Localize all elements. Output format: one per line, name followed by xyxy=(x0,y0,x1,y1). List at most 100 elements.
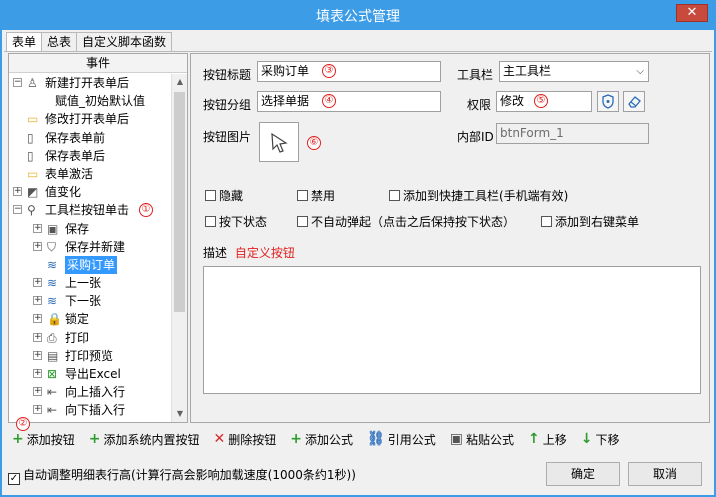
permission-clear-button[interactable] xyxy=(623,91,645,112)
folder-icon: ▭ xyxy=(27,112,39,127)
btn-title-label: 按钮标题 xyxy=(203,68,252,82)
tree-node[interactable]: + 🔒 锁定 xyxy=(9,310,171,328)
desc-textarea[interactable] xyxy=(203,266,701,394)
close-button[interactable]: ✕ xyxy=(676,4,708,22)
tree-node[interactable]: − ⚲ 工具栏按钮单击 ① xyxy=(9,201,171,219)
tree-node[interactable]: + ▣ 保存 xyxy=(9,220,171,238)
permission-shield-button[interactable] xyxy=(597,91,619,112)
move-down-button[interactable]: ↓ 下移 xyxy=(581,431,620,448)
shield-icon xyxy=(602,94,614,109)
scroll-thumb[interactable] xyxy=(174,92,185,312)
chk-quick-toolbar[interactable]: 添加到快捷工具栏(手机端有效) xyxy=(389,187,568,204)
add-system-button[interactable]: + 添加系统内置按钮 xyxy=(89,431,200,448)
tree-node-label: 下一张 xyxy=(65,294,102,309)
value-change-icon: ◩ xyxy=(27,185,39,200)
tree-node[interactable]: + ⇤ 向下插入行 xyxy=(9,401,171,419)
tree-node[interactable]: ▭ 表单激活 xyxy=(9,165,171,183)
tree-node-label: 保存表单后 xyxy=(45,148,106,163)
tree-node[interactable]: ▯ 保存表单后 xyxy=(9,147,171,165)
add-button[interactable]: + 添加按钮 xyxy=(12,431,75,448)
toolbar-select[interactable]: 主工具栏 ⌵ xyxy=(499,61,649,82)
arrow-up-icon: ↑ xyxy=(528,431,540,447)
btn-group-input[interactable]: 选择单据 xyxy=(257,91,441,112)
chk-hidden[interactable]: 隐藏 xyxy=(205,187,243,204)
scroll-down-arrow-icon[interactable]: ▼ xyxy=(172,406,188,422)
tree-node[interactable]: + ⊠ 导出Excel xyxy=(9,365,171,383)
checkbox-context-menu[interactable] xyxy=(541,216,552,227)
auto-adjust-row-height[interactable]: ✓ 自动调整明细表行高(计算行高会影响加载速度(1000条约1秒)) xyxy=(8,466,356,485)
tree-node[interactable]: ▭ 修改打开表单后 xyxy=(9,110,171,128)
expand-icon[interactable]: + xyxy=(33,223,42,233)
tree-node[interactable]: − ♙ 新建打开表单后 xyxy=(9,74,171,92)
tree-node[interactable]: + ≋ 上一张 xyxy=(9,274,171,292)
plus-icon: + xyxy=(88,431,101,447)
expand-icon[interactable]: + xyxy=(33,278,42,288)
auto-adjust-label: 自动调整明细表行高(计算行高会影响加载速度(1000条约1秒)) xyxy=(23,468,356,482)
title-bar[interactable]: 填表公式管理 ✕ xyxy=(0,0,716,30)
user-add-icon: ♙ xyxy=(27,76,38,90)
expand-icon[interactable]: + xyxy=(33,241,42,251)
tree-node-label: 保存 xyxy=(65,221,90,236)
collapse-icon[interactable]: − xyxy=(13,78,22,87)
checkbox-pressed[interactable] xyxy=(205,216,216,227)
checkbox-disabled[interactable] xyxy=(297,190,308,201)
chk-no-auto-popup-label: 不自动弹起（点击之后保持按下状态） xyxy=(311,215,516,229)
expand-icon[interactable]: + xyxy=(33,314,42,324)
tab-form[interactable]: 表单 xyxy=(6,32,43,52)
tab-summary[interactable]: 总表 xyxy=(41,32,78,51)
chk-no-auto-popup[interactable]: 不自动弹起（点击之后保持按下状态） xyxy=(297,213,515,230)
paste-formula-label: 粘贴公式 xyxy=(466,432,515,447)
checkbox-no-auto-popup[interactable] xyxy=(297,216,308,227)
btn-title-input[interactable]: 采购订单 xyxy=(257,61,441,82)
collapse-icon[interactable]: − xyxy=(13,205,22,215)
chk-disabled[interactable]: 禁用 xyxy=(297,187,335,204)
checkbox-quick-toolbar[interactable] xyxy=(389,190,400,201)
checkbox-hidden[interactable] xyxy=(205,190,216,201)
delete-button[interactable]: ✕ 删除按钮 xyxy=(214,431,277,448)
chk-pressed-label: 按下状态 xyxy=(219,215,268,229)
cancel-button[interactable]: 取消 xyxy=(628,462,702,486)
tree-node[interactable]: + ⇤ 向上插入行 xyxy=(9,383,171,401)
tree-node[interactable]: + ≋ 下一张 xyxy=(9,292,171,310)
tree-scrollbar[interactable]: ▲ ▼ xyxy=(171,74,187,422)
tree-node[interactable]: + ⛉ 保存并新建 xyxy=(9,238,171,256)
add-formula-button[interactable]: + 添加公式 xyxy=(290,431,353,448)
tab-custom-script[interactable]: 自定义脚本函数 xyxy=(76,32,173,51)
chk-context-menu[interactable]: 添加到右键菜单 xyxy=(541,213,639,230)
tree-node[interactable]: ≋ 采购订单 xyxy=(9,255,171,274)
btn-group-label: 按钮分组 xyxy=(203,98,252,112)
cursor-icon xyxy=(271,132,288,153)
toolbar-select-value: 主工具栏 xyxy=(503,64,552,78)
expand-icon[interactable]: + xyxy=(33,350,42,360)
expand-icon[interactable]: + xyxy=(33,405,42,415)
checkbox-checked-icon[interactable]: ✓ xyxy=(8,473,20,485)
tree-node[interactable]: + ⎙ 打印 xyxy=(9,329,171,347)
tree-node-label: 向下插入行 xyxy=(65,403,126,418)
move-up-label: 上移 xyxy=(542,432,567,447)
chevron-down-icon: ⌵ xyxy=(636,66,644,77)
toolbar-label: 工具栏 xyxy=(457,68,494,82)
tree-node[interactable]: 赋值_初始默认值 xyxy=(9,92,171,110)
tree-node[interactable]: ▯ 保存表单前 xyxy=(9,129,171,147)
tree-node[interactable]: + ◩ 值变化 xyxy=(9,183,171,201)
arrow-down-icon: ↓ xyxy=(580,431,593,447)
tree-node-label: 向上插入行 xyxy=(65,385,126,400)
expand-icon[interactable]: + xyxy=(13,187,22,197)
scroll-up-arrow-icon[interactable]: ▲ xyxy=(172,74,188,90)
paste-formula-button[interactable]: ▣ 粘贴公式 xyxy=(450,431,514,448)
expand-icon[interactable]: + xyxy=(33,332,42,342)
dialog-client: 表单 总表 自定义脚本函数 事件 − ♙ 新建打开表单后 赋值_初始默认值 ▭ 修改打开表… xyxy=(2,30,714,495)
expand-icon[interactable]: + xyxy=(33,387,42,397)
add-formula-label: 添加公式 xyxy=(304,432,353,447)
tree-node-label: 工具栏按钮单击 xyxy=(45,203,130,218)
move-up-button[interactable]: ↑ 上移 xyxy=(528,431,567,448)
chk-hidden-label: 隐藏 xyxy=(219,189,244,203)
ok-button[interactable]: 确定 xyxy=(546,462,620,486)
tree-node-label: 保存表单前 xyxy=(45,130,106,145)
btn-image-picker[interactable] xyxy=(259,122,299,162)
tree-node[interactable]: + ▤ 打印预览 xyxy=(9,347,171,365)
chk-pressed[interactable]: 按下状态 xyxy=(205,213,267,230)
expand-icon[interactable]: + xyxy=(33,296,42,306)
ref-formula-button[interactable]: ⛓ 引用公式 xyxy=(367,431,436,448)
expand-icon[interactable]: + xyxy=(33,369,42,378)
